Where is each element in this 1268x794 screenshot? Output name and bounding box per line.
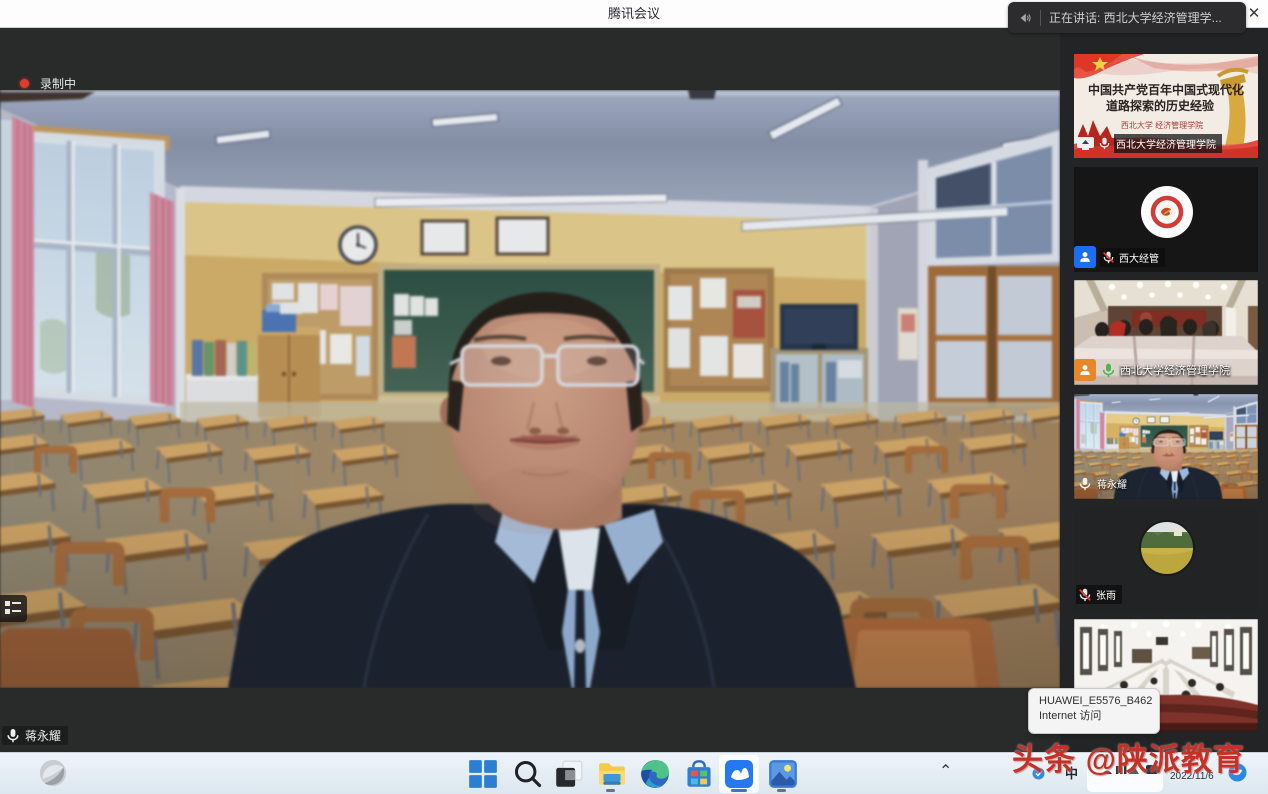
svg-text:中国共产党百年中国式现代化: 中国共产党百年中国式现代化 bbox=[1088, 82, 1244, 97]
svg-text:道路探索的历史经验: 道路探索的历史经验 bbox=[1106, 98, 1215, 113]
svg-text:西北大学 经济管理学院: 西北大学 经济管理学院 bbox=[1121, 120, 1203, 130]
